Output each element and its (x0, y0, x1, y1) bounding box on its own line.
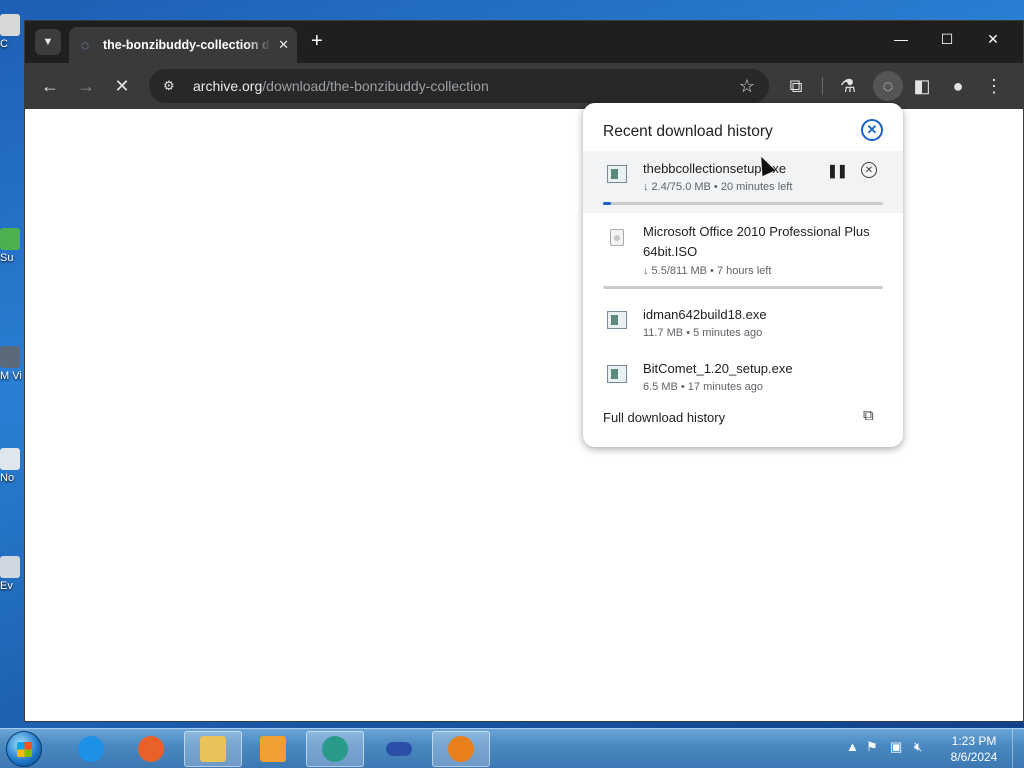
forward-button[interactable]: → (75, 76, 97, 96)
taskbar-app-internet-explorer[interactable] (62, 731, 120, 767)
show-desktop-button[interactable] (1012, 729, 1024, 768)
download-meta: ↓ 5.5/811 MB • 7 hours left (643, 265, 772, 277)
url-text[interactable]: archive.org/download/the-bonzibuddy-coll… (193, 78, 489, 94)
taskbar-app-media-player[interactable] (244, 731, 302, 767)
back-button[interactable]: ← (39, 76, 61, 96)
tab-title: the-bonzibuddy-collection directory list… (103, 38, 271, 52)
taskbar-app-infinity[interactable] (370, 731, 428, 767)
desktop-icon-label: Ev (0, 580, 13, 592)
start-button[interactable] (6, 731, 42, 767)
firefox-icon (138, 736, 164, 762)
open-external-icon[interactable]: ⧉ (863, 407, 874, 424)
desktop-icon-image (0, 346, 20, 368)
extensions-icon[interactable]: ⧉ (785, 76, 807, 96)
taskbar-app-file-explorer[interactable] (184, 731, 242, 767)
download-progress-bar (603, 202, 883, 205)
taskbar: ▲ ⚑ ▣ 🔇︎ 1:23 PM 8/6/2024 (0, 728, 1024, 768)
download-name: idman642build18.exe (643, 307, 767, 322)
toolbar-divider (822, 77, 823, 95)
folder-icon (200, 736, 226, 762)
desktop-icon-label: No (0, 472, 15, 484)
site-info-icon[interactable]: ⚙ (163, 78, 181, 94)
desktop-icon-image (0, 14, 20, 36)
new-tab-button[interactable]: + (311, 31, 323, 51)
download-name: BitComet_1.20_setup.exe (643, 361, 793, 376)
tab-close-icon[interactable]: ✕ (278, 37, 289, 53)
volume-muted-icon[interactable]: 🔇︎ (914, 739, 922, 755)
media-player-icon (260, 736, 286, 762)
downloads-icon[interactable]: ◌ (873, 71, 903, 101)
desktop-icon-m-vis[interactable]: M Vis (0, 346, 22, 382)
menu-kebab-icon[interactable]: ⋮ (983, 76, 1005, 96)
downloads-title: Recent download history (603, 123, 773, 140)
desktop-icon-label: M Vis (0, 370, 22, 382)
tab-active[interactable]: ◌ the-bonzibuddy-collection directory li… (69, 27, 297, 63)
desktop-icon-label: C (0, 38, 8, 50)
desktop-icon-no[interactable]: No (0, 448, 22, 484)
desktop-icon-label: Su (0, 252, 14, 264)
chevron-down-icon: ▼ (42, 36, 54, 48)
cancel-download-icon[interactable]: ✕ (861, 162, 877, 178)
desktop-icon-image (0, 448, 20, 470)
bookmark-star-icon[interactable]: ☆ (739, 76, 755, 97)
download-progress-fill (603, 202, 612, 205)
bitcomet-icon (448, 736, 474, 762)
address-bar[interactable]: ⚙ archive.org/download/the-bonzibuddy-co… (149, 69, 769, 103)
download-meta: ↓ 2.4/75.0 MB • 20 minutes left (643, 181, 793, 193)
exe-file-icon (607, 311, 627, 329)
downloads-bubble: Recent download history ✕ thebbcollectio… (583, 103, 903, 447)
profile-avatar-icon[interactable]: ● (947, 76, 969, 96)
tab-search-button[interactable]: ▼ (35, 29, 61, 55)
download-name: Microsoft Office 2010 Professional Plus … (643, 224, 870, 259)
url-host: archive.org (193, 78, 263, 94)
download-meta: 6.5 MB • 17 minutes ago (643, 381, 764, 393)
maximize-button[interactable]: ☐ (937, 31, 957, 48)
desktop-icon-c[interactable]: C (0, 14, 22, 50)
minimize-button[interactable]: — (891, 31, 911, 47)
infinity-icon (386, 742, 412, 756)
action-center-flag-icon[interactable]: ⚑ (866, 739, 878, 755)
clock-date: 8/6/2024 (950, 750, 998, 764)
system-clock[interactable]: 1:23 PM 8/6/2024 (946, 733, 1002, 765)
url-path: /download/the-bonzibuddy-collection (262, 78, 489, 94)
iso-file-icon (610, 229, 624, 246)
show-hidden-icons-icon[interactable]: ▲ (846, 739, 859, 754)
internet-explorer-icon (78, 736, 104, 762)
stop-loading-button[interactable]: ✕ (111, 76, 133, 96)
download-item[interactable]: BitComet_1.20_setup.exe 6.5 MB • 17 minu… (583, 353, 903, 403)
taskbar-app-bitcomet[interactable] (432, 731, 490, 767)
close-window-button[interactable]: ✕ (983, 31, 1003, 48)
app-icon (322, 736, 348, 762)
tab-strip: ▼ ◌ the-bonzibuddy-collection directory … (25, 21, 1023, 63)
download-meta: 11.7 MB • 5 minutes ago (643, 327, 763, 339)
side-panel-icon[interactable]: ◧ (911, 76, 933, 96)
exe-file-icon (607, 165, 627, 183)
full-download-history-link[interactable]: Full download history (603, 410, 725, 425)
network-icon[interactable]: ▣ (890, 739, 902, 755)
download-item[interactable]: Microsoft Office 2010 Professional Plus … (583, 215, 903, 291)
exe-file-icon (607, 365, 627, 383)
desktop-icon-ev[interactable]: Ev (0, 556, 22, 592)
browser-window: ▼ ◌ the-bonzibuddy-collection directory … (24, 20, 1024, 722)
desktop-icon-image (0, 556, 20, 578)
clock-time: 1:23 PM (951, 734, 997, 748)
taskbar-app-firefox[interactable] (122, 731, 180, 767)
download-item[interactable]: thebbcollectionsetup.exe ↓ 2.4/75.0 MB •… (583, 151, 903, 213)
labs-flask-icon[interactable]: ⚗ (837, 76, 859, 96)
pause-icon[interactable]: ❚❚ (827, 163, 848, 179)
download-item[interactable]: idman642build18.exe 11.7 MB • 5 minutes … (583, 299, 903, 349)
downloads-close-icon[interactable]: ✕ (861, 119, 883, 141)
desktop-icon-su[interactable]: Su (0, 228, 22, 264)
loading-favicon-icon: ◌ (80, 37, 90, 53)
desktop-icon-image (0, 228, 20, 250)
download-progress-bar (603, 286, 883, 289)
taskbar-app-active[interactable] (306, 731, 364, 767)
